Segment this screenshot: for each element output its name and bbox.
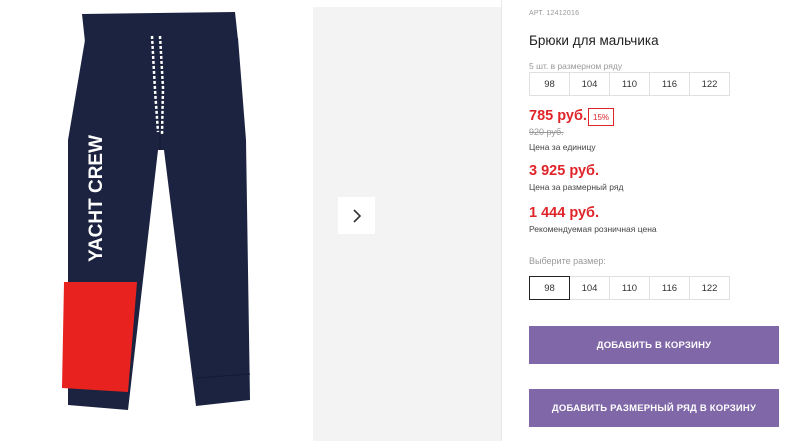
add-size-row-to-cart-button[interactable]: ДОБАВИТЬ РАЗМЕРНЫЙ РЯД В КОРЗИНУ bbox=[529, 389, 779, 427]
size-row-cell: 98 bbox=[529, 72, 570, 96]
recommended-price: 1 444 руб. bbox=[529, 205, 600, 221]
pants-illustration: YACHT CREW bbox=[62, 12, 251, 410]
pants-print-line1: YACHT CREW bbox=[86, 135, 107, 262]
size-row-cell: 110 bbox=[609, 72, 650, 96]
size-option-116[interactable]: 116 bbox=[649, 276, 690, 300]
size-row-cell: 116 bbox=[649, 72, 690, 96]
size-option-98[interactable]: 98 bbox=[529, 276, 570, 300]
article-number: АРТ. 12412016 bbox=[529, 10, 580, 17]
discount-badge: 15% bbox=[588, 108, 615, 126]
unit-price-caption: Цена за единицу bbox=[529, 142, 596, 152]
add-to-cart-button[interactable]: ДОБАВИТЬ В КОРЗИНУ bbox=[529, 326, 779, 364]
size-picker-label: Выберите размер: bbox=[529, 256, 606, 266]
recommended-price-caption: Рекомендуемая розничная цена bbox=[529, 224, 657, 234]
size-row-cell: 122 bbox=[689, 72, 730, 96]
size-option-104[interactable]: 104 bbox=[569, 276, 610, 300]
chevron-right-icon bbox=[352, 208, 361, 223]
image-gallery bbox=[313, 7, 501, 441]
old-price: 920 руб. bbox=[529, 127, 564, 137]
size-row-cell: 104 bbox=[569, 72, 610, 96]
next-image-button[interactable] bbox=[338, 197, 375, 234]
size-row-list: 98 104 110 116 122 bbox=[529, 72, 730, 96]
product-title: Брюки для мальчика bbox=[529, 33, 659, 48]
size-picker: 98 104 110 116 122 bbox=[529, 276, 730, 300]
row-price-caption: Цена за размерный ряд bbox=[529, 182, 624, 192]
size-row-label: 5 шт. в размерном ряду bbox=[529, 61, 623, 71]
size-option-122[interactable]: 122 bbox=[689, 276, 730, 300]
current-price: 785 руб. bbox=[529, 108, 587, 124]
product-main-image[interactable]: YACHT CREW bbox=[0, 0, 313, 441]
row-price: 3 925 руб. bbox=[529, 163, 600, 179]
column-divider bbox=[501, 0, 502, 441]
size-option-110[interactable]: 110 bbox=[609, 276, 650, 300]
